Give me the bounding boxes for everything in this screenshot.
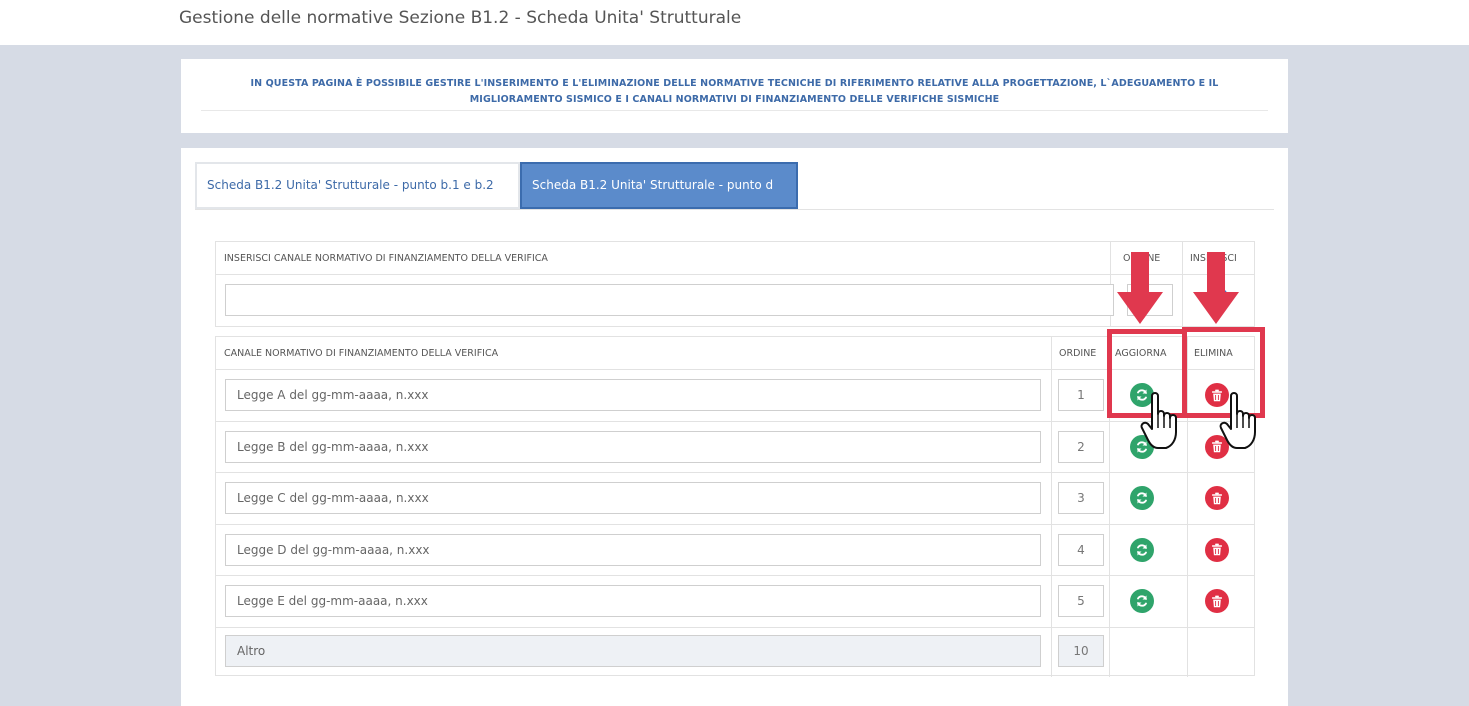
table-cell: [1110, 627, 1188, 677]
ordine-field[interactable]: 1: [1058, 379, 1104, 411]
tab-punto-b1-b2[interactable]: Scheda B1.2 Unita' Strutturale - punto b…: [195, 162, 520, 209]
delete-button[interactable]: [1205, 537, 1229, 562]
main-panel: Scheda B1.2 Unita' Strutturale - punto b…: [181, 148, 1288, 706]
arrow-down-icon: [1193, 252, 1239, 324]
top-bar: Gestione delle normative Sezione B1.2 - …: [0, 0, 1469, 45]
normative-table: CANALE NORMATIVO DI FINANZIAMENTO DELLA …: [215, 336, 1255, 677]
column-header-inserisci-canale: INSERISCI CANALE NORMATIVO DI FINANZIAME…: [224, 253, 548, 264]
altro-ordine-field: 10: [1058, 635, 1104, 667]
ordine-field[interactable]: 2: [1058, 430, 1104, 463]
canale-field[interactable]: Legge A del gg-mm-aaaa, n.xxx: [225, 379, 1041, 411]
ordine-field[interactable]: 5: [1058, 585, 1104, 617]
info-line-1: IN QUESTA PAGINA È POSSIBILE GESTIRE L'I…: [250, 78, 1219, 89]
header-cell: CANALE NORMATIVO DI FINANZIAMENTO DELLA …: [216, 337, 1052, 370]
insert-table: INSERISCI CANALE NORMATIVO DI FINANZIAME…: [215, 241, 1255, 327]
info-line-2: MIGLIORAMENTO SISMICO E I CANALI NORMATI…: [469, 94, 1000, 105]
divider: [201, 110, 1268, 111]
refresh-icon: [1137, 492, 1147, 504]
update-button[interactable]: [1130, 486, 1154, 510]
delete-button[interactable]: [1205, 589, 1229, 613]
info-text: IN QUESTA PAGINA È POSSIBILE GESTIRE L'I…: [201, 76, 1268, 108]
canale-field[interactable]: Legge C del gg-mm-aaaa, n.xxx: [225, 482, 1041, 514]
column-header-canale: CANALE NORMATIVO DI FINANZIAMENTO DELLA …: [224, 348, 499, 359]
canale-field[interactable]: Legge D del gg-mm-aaaa, n.xxx: [225, 533, 1041, 566]
ordine-field[interactable]: 3: [1058, 482, 1104, 514]
tab-punto-d[interactable]: Scheda B1.2 Unita' Strutturale - punto d: [520, 162, 798, 209]
canale-field[interactable]: Legge E del gg-mm-aaaa, n.xxx: [225, 585, 1041, 617]
canale-input[interactable]: [225, 284, 1114, 316]
trash-icon: [1212, 595, 1222, 607]
update-button[interactable]: [1130, 589, 1154, 613]
header-cell: INSERISCI CANALE NORMATIVO DI FINANZIAME…: [216, 242, 1111, 275]
canale-field[interactable]: Legge B del gg-mm-aaaa, n.xxx: [225, 430, 1041, 463]
tabs-divider: [195, 209, 1274, 210]
arrow-down-icon: [1117, 252, 1163, 324]
hand-cursor-icon: [1140, 392, 1177, 449]
ordine-field[interactable]: 4: [1058, 533, 1104, 566]
info-panel: IN QUESTA PAGINA È POSSIBILE GESTIRE L'I…: [181, 59, 1288, 133]
hand-cursor-icon: [1219, 392, 1256, 449]
refresh-icon: [1137, 595, 1147, 607]
trash-icon: [1212, 543, 1222, 556]
page-title: Gestione delle normative Sezione B1.2 - …: [179, 8, 742, 28]
update-button[interactable]: [1130, 537, 1154, 562]
refresh-icon: [1137, 543, 1147, 556]
trash-icon: [1212, 492, 1222, 504]
column-header-ordine: ORDINE: [1059, 348, 1097, 359]
delete-button[interactable]: [1205, 486, 1229, 510]
altro-field: Altro: [225, 635, 1041, 667]
header-cell: ORDINE: [1052, 337, 1110, 370]
